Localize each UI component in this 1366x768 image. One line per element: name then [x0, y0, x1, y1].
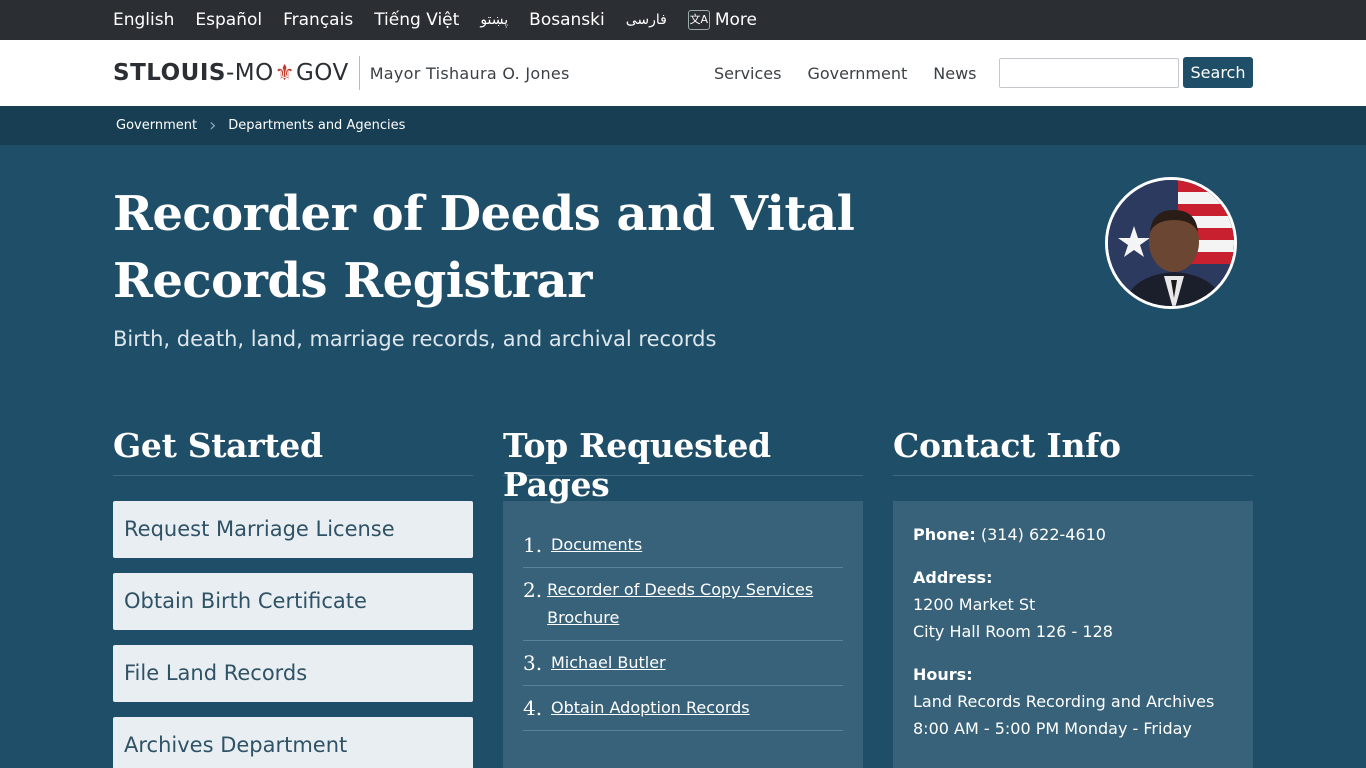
breadcrumb-government[interactable]: Government [116, 118, 197, 133]
hours-line-2: 8:00 AM - 5:00 PM Monday - Friday [913, 719, 1192, 738]
top-pages-list: 1. Documents 2. Recorder of Deeds Copy S… [523, 531, 843, 731]
lang-vietnamese[interactable]: Tiếng Việt [374, 10, 459, 30]
nav-news[interactable]: News [933, 64, 976, 83]
list-item: 2. Recorder of Deeds Copy Services Broch… [523, 568, 843, 641]
list-item: 4. Obtain Adoption Records [523, 686, 843, 731]
hero: Recorder of Deeds and Vital Records Regi… [0, 145, 1366, 390]
official-photo [1108, 180, 1234, 306]
lang-farsi[interactable]: فارسی [626, 12, 667, 28]
list-number: 4. [523, 696, 543, 720]
top-pages-section: Top Requested Pages 1. Documents 2. Reco… [503, 390, 863, 768]
page-subtitle: Birth, death, land, marriage records, an… [113, 327, 717, 351]
request-marriage-license-button[interactable]: Request Marriage License [113, 501, 473, 558]
contact-heading: Contact Info [893, 390, 1253, 476]
chevron-right-icon: › [209, 114, 217, 136]
get-started-heading: Get Started [113, 390, 473, 476]
logo-strong: STLOUIS [113, 60, 226, 86]
site-header: STLOUIS -MO ⚜ GOV Mayor Tishaura O. Jone… [0, 40, 1366, 106]
list-item: 3. Michael Butler [523, 641, 843, 686]
lang-french[interactable]: Français [283, 10, 353, 30]
search-button[interactable]: Search [1183, 57, 1253, 88]
top-page-link-michael-butler[interactable]: Michael Butler [551, 649, 666, 677]
top-pages-panel: 1. Documents 2. Recorder of Deeds Copy S… [503, 501, 863, 768]
phone-number[interactable]: (314) 622-4610 [981, 525, 1106, 544]
nav-government[interactable]: Government [807, 64, 907, 83]
list-item: 1. Documents [523, 531, 843, 568]
contact-phone: Phone: (314) 622-4610 [913, 521, 1233, 548]
logo-dash: -MO [225, 60, 274, 86]
language-bar: English Español Français Tiếng Việt پښتو… [0, 0, 1366, 40]
lang-pashto[interactable]: پښتو [480, 12, 508, 28]
list-number: 3. [523, 651, 543, 675]
page-title: Recorder of Deeds and Vital Records Regi… [113, 186, 855, 309]
more-label: More [714, 10, 757, 30]
official-avatar [1105, 177, 1237, 309]
top-page-link-documents[interactable]: Documents [551, 531, 642, 559]
more-languages-button[interactable]: 文A More [687, 10, 757, 30]
archives-department-button[interactable]: Archives Department [113, 717, 473, 768]
main-nav: Services Government News [714, 40, 1002, 106]
mayor-name[interactable]: Mayor Tishaura O. Jones [370, 64, 570, 83]
breadcrumb-departments[interactable]: Departments and Agencies [228, 118, 405, 133]
file-land-records-button[interactable]: File Land Records [113, 645, 473, 702]
top-page-link-adoption-records[interactable]: Obtain Adoption Records [551, 694, 750, 722]
fleur-de-lis-icon: ⚜ [274, 60, 295, 86]
content-columns: Get Started Request Marriage License Obt… [0, 390, 1366, 768]
logo-gov: GOV [295, 60, 349, 86]
nav-services[interactable]: Services [714, 64, 781, 83]
hours-line-1: Land Records Recording and Archives [913, 692, 1215, 711]
hours-label: Hours: [913, 665, 973, 684]
list-number: 2. [523, 578, 543, 602]
obtain-birth-certificate-button[interactable]: Obtain Birth Certificate [113, 573, 473, 630]
address-label: Address: [913, 568, 993, 587]
breadcrumb: Government › Departments and Agencies [0, 106, 1366, 145]
contact-section: Contact Info Phone: (314) 622-4610 Addre… [893, 390, 1253, 768]
translate-icon: 文A [687, 10, 710, 30]
address-line-1: 1200 Market St [913, 595, 1036, 614]
header-divider [358, 56, 360, 90]
contact-address: Address: 1200 Market St City Hall Room 1… [913, 564, 1233, 645]
lang-spanish[interactable]: Español [195, 10, 262, 30]
address-line-2: City Hall Room 126 - 128 [913, 622, 1113, 641]
phone-label: Phone: [913, 525, 976, 544]
top-page-link-copy-services[interactable]: Recorder of Deeds Copy Services Brochure [547, 576, 843, 632]
lang-bosnian[interactable]: Bosanski [529, 10, 605, 30]
search-input[interactable] [999, 58, 1179, 88]
site-logo[interactable]: STLOUIS -MO ⚜ GOV [113, 60, 349, 86]
contact-panel: Phone: (314) 622-4610 Address: 1200 Mark… [893, 501, 1253, 768]
list-number: 1. [523, 533, 543, 557]
contact-hours: Hours: Land Records Recording and Archiv… [913, 661, 1233, 742]
top-pages-heading: Top Requested Pages [503, 390, 863, 504]
lang-english[interactable]: English [113, 10, 174, 30]
get-started-section: Get Started Request Marriage License Obt… [113, 390, 473, 768]
